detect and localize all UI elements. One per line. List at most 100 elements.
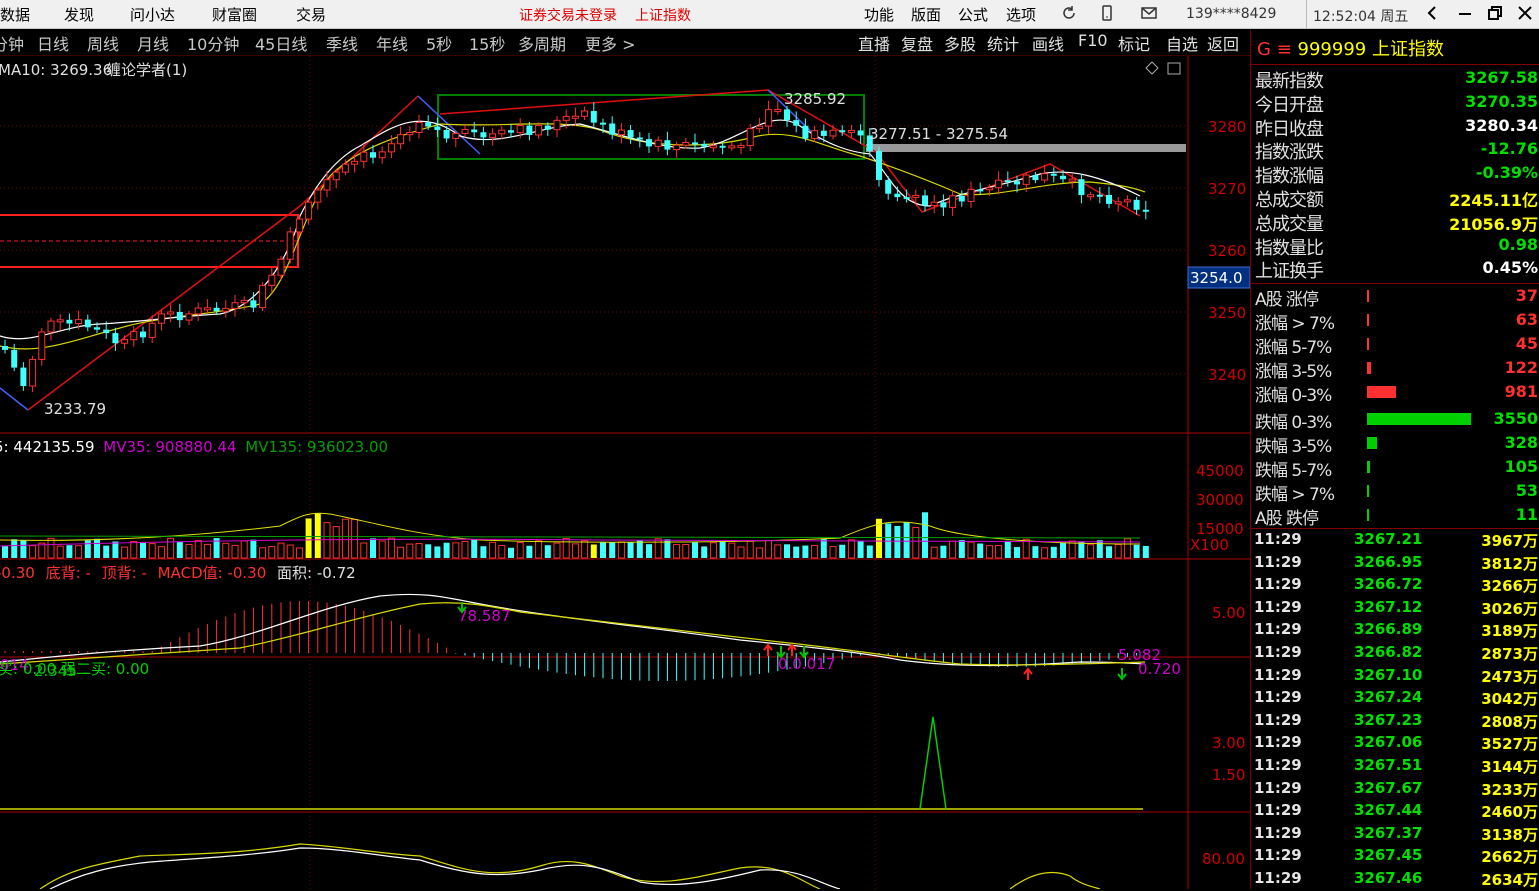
quote-header[interactable]: G ≡ 999999 上证指数 <box>1257 35 1444 61</box>
breadth-bar <box>1367 290 1369 302</box>
tick-row[interactable]: 11:29 3266.72 3266万 <box>1251 574 1539 597</box>
breadth-bar <box>1367 437 1377 449</box>
breadth-label: 跌幅 0-3% <box>1255 413 1332 433</box>
period-monthly[interactable]: 月线 <box>137 31 169 55</box>
breadth-down-row[interactable]: 跌幅 0-3% 3550 <box>1251 407 1539 433</box>
tool-multi-stock[interactable]: 多股 <box>944 31 976 55</box>
tick-time: 11:29 <box>1254 688 1302 707</box>
tick-time: 11:29 <box>1254 801 1302 820</box>
tool-mark[interactable]: 标记 <box>1118 31 1150 55</box>
tick-row[interactable]: 11:29 3267.10 2473万 <box>1251 665 1539 688</box>
tick-price: 3267.24 <box>1354 688 1423 707</box>
tick-row[interactable]: 11:29 3267.21 3967万 <box>1251 529 1539 552</box>
breadth-bar <box>1367 386 1397 398</box>
tick-price: 3267.44 <box>1354 801 1423 820</box>
menu-item-function[interactable]: 功能 <box>864 4 894 25</box>
period-weekly[interactable]: 周线 <box>87 31 119 55</box>
tick-time: 11:29 <box>1254 597 1302 616</box>
menu-item-options[interactable]: 选项 <box>1006 4 1036 25</box>
breadth-up-row[interactable]: A股 涨停 37 <box>1251 284 1539 310</box>
tick-row[interactable]: 11:29 3267.06 3527万 <box>1251 732 1539 755</box>
tick-volume: 3138万 <box>1481 825 1538 844</box>
breadth-down-row[interactable]: 跌幅 3-5% 328 <box>1251 431 1539 457</box>
tool-f10[interactable]: F10 <box>1078 31 1108 50</box>
tool-statistics[interactable]: 统计 <box>987 31 1019 55</box>
back-icon[interactable] <box>1424 4 1442 22</box>
tick-price: 3266.82 <box>1354 643 1423 661</box>
macd-histogram <box>4 601 1147 681</box>
period-more[interactable]: 更多 > <box>585 31 636 55</box>
period-daily[interactable]: 日线 <box>37 31 69 55</box>
breadth-down-row[interactable]: A股 跌停 11 <box>1251 503 1539 529</box>
menu-item-discover[interactable]: 发现 <box>64 4 94 25</box>
breadth-up-row[interactable]: 涨幅 0-3% 981 <box>1251 380 1539 406</box>
tick-price: 3267.45 <box>1354 846 1423 865</box>
tick-row[interactable]: 11:29 3267.37 3138万 <box>1251 823 1539 846</box>
restore-icon[interactable] <box>1486 4 1504 22</box>
tick-row[interactable]: 11:29 3267.46 2634万 <box>1251 868 1539 891</box>
period-yearly[interactable]: 年线 <box>376 31 408 55</box>
stat-value: 3267.58 <box>1465 68 1538 87</box>
stat-value: 21056.9万 <box>1449 214 1538 234</box>
tick-row[interactable]: 11:29 3266.82 2873万 <box>1251 642 1539 665</box>
chart-settings-icon[interactable] <box>1145 61 1181 75</box>
menu-item-ask-xiaoda[interactable]: 问小达 <box>130 4 175 25</box>
tool-watchlist[interactable]: 自选 <box>1166 31 1198 55</box>
period-multi[interactable]: 多周期 <box>518 31 566 55</box>
period-minute[interactable]: 分钟 <box>0 31 24 55</box>
tick-row[interactable]: 11:29 3267.44 2460万 <box>1251 800 1539 823</box>
kline-chart[interactable]: MA10: 3269.36 缠论学者(1) 3280 3270 3260 325… <box>0 56 1250 889</box>
tool-replay[interactable]: 复盘 <box>901 31 933 55</box>
svg-text:0.0.017: 0.0.017 <box>778 655 835 673</box>
breadth-up-row[interactable]: 涨幅 > 7% 63 <box>1251 308 1539 334</box>
breadth-bar <box>1367 461 1371 473</box>
menu-icon[interactable]: ≡ <box>1277 39 1292 60</box>
divider <box>1306 0 1307 29</box>
menu-item-layout[interactable]: 版面 <box>911 4 941 25</box>
refresh-icon[interactable] <box>1060 4 1078 22</box>
tick-price: 3266.95 <box>1354 552 1423 571</box>
breadth-up-row[interactable]: 涨幅 5-7% 45 <box>1251 332 1539 358</box>
account-phone[interactable]: 139****8429 <box>1186 6 1276 22</box>
period-quarterly[interactable]: 季线 <box>326 31 358 55</box>
tool-live[interactable]: 直播 <box>858 31 890 55</box>
tick-time: 11:29 <box>1254 823 1302 842</box>
tick-volume: 2808万 <box>1481 712 1538 731</box>
tick-row[interactable]: 11:29 3267.67 3233万 <box>1251 778 1539 801</box>
tool-draw-line[interactable]: 画线 <box>1032 31 1064 55</box>
tick-row[interactable]: 11:29 3266.89 3189万 <box>1251 619 1539 642</box>
breadth-down-row[interactable]: 跌幅 > 7% 53 <box>1251 479 1539 505</box>
tick-row[interactable]: 11:29 3266.95 3812万 <box>1251 552 1539 575</box>
mail-icon[interactable] <box>1140 4 1158 22</box>
stat-row: 总成交额 2245.11亿 <box>1251 185 1539 211</box>
breadth-down-row[interactable]: 跌幅 5-7% 105 <box>1251 455 1539 481</box>
mobile-icon[interactable] <box>1098 4 1116 22</box>
gap-band <box>866 144 1186 152</box>
tick-volume: 3967万 <box>1481 532 1538 550</box>
period-15sec[interactable]: 15秒 <box>469 31 505 55</box>
tick-row[interactable]: 11:29 3267.45 2662万 <box>1251 845 1539 868</box>
period-10min[interactable]: 10分钟 <box>187 31 239 55</box>
close-icon[interactable] <box>1516 4 1534 22</box>
tick-row[interactable]: 11:29 3267.51 3144万 <box>1251 755 1539 778</box>
tool-back[interactable]: 返回 <box>1207 31 1239 55</box>
breadth-count: 3550 <box>1493 409 1538 428</box>
tick-row[interactable]: 11:29 3267.24 3042万 <box>1251 687 1539 710</box>
menu-item-trade[interactable]: 交易 <box>296 4 326 25</box>
breadth-label: 跌幅 > 7% <box>1255 485 1335 505</box>
clock: 12:52:04 周五 <box>1313 9 1409 25</box>
breadth-up-row[interactable]: 涨幅 3-5% 122 <box>1251 356 1539 382</box>
tick-row[interactable]: 11:29 3267.12 3026万 <box>1251 597 1539 620</box>
tick-row[interactable]: 11:29 3267.23 2808万 <box>1251 710 1539 733</box>
osc-axis: 80.00 <box>1202 850 1245 868</box>
breadth-count: 122 <box>1504 358 1538 377</box>
menu-item-data[interactable]: 数据 <box>0 4 30 25</box>
minimize-icon[interactable] <box>1456 4 1474 22</box>
login-warning[interactable]: 证券交易未登录 <box>519 5 617 25</box>
period-45day[interactable]: 45日线 <box>255 31 307 55</box>
menu-item-formula[interactable]: 公式 <box>958 4 988 25</box>
period-5sec[interactable]: 5秒 <box>426 31 452 55</box>
osc-line-white <box>49 847 841 889</box>
menu-item-wealth-circle[interactable]: 财富圈 <box>212 4 257 25</box>
low-point-label: 3233.79 <box>44 400 106 418</box>
